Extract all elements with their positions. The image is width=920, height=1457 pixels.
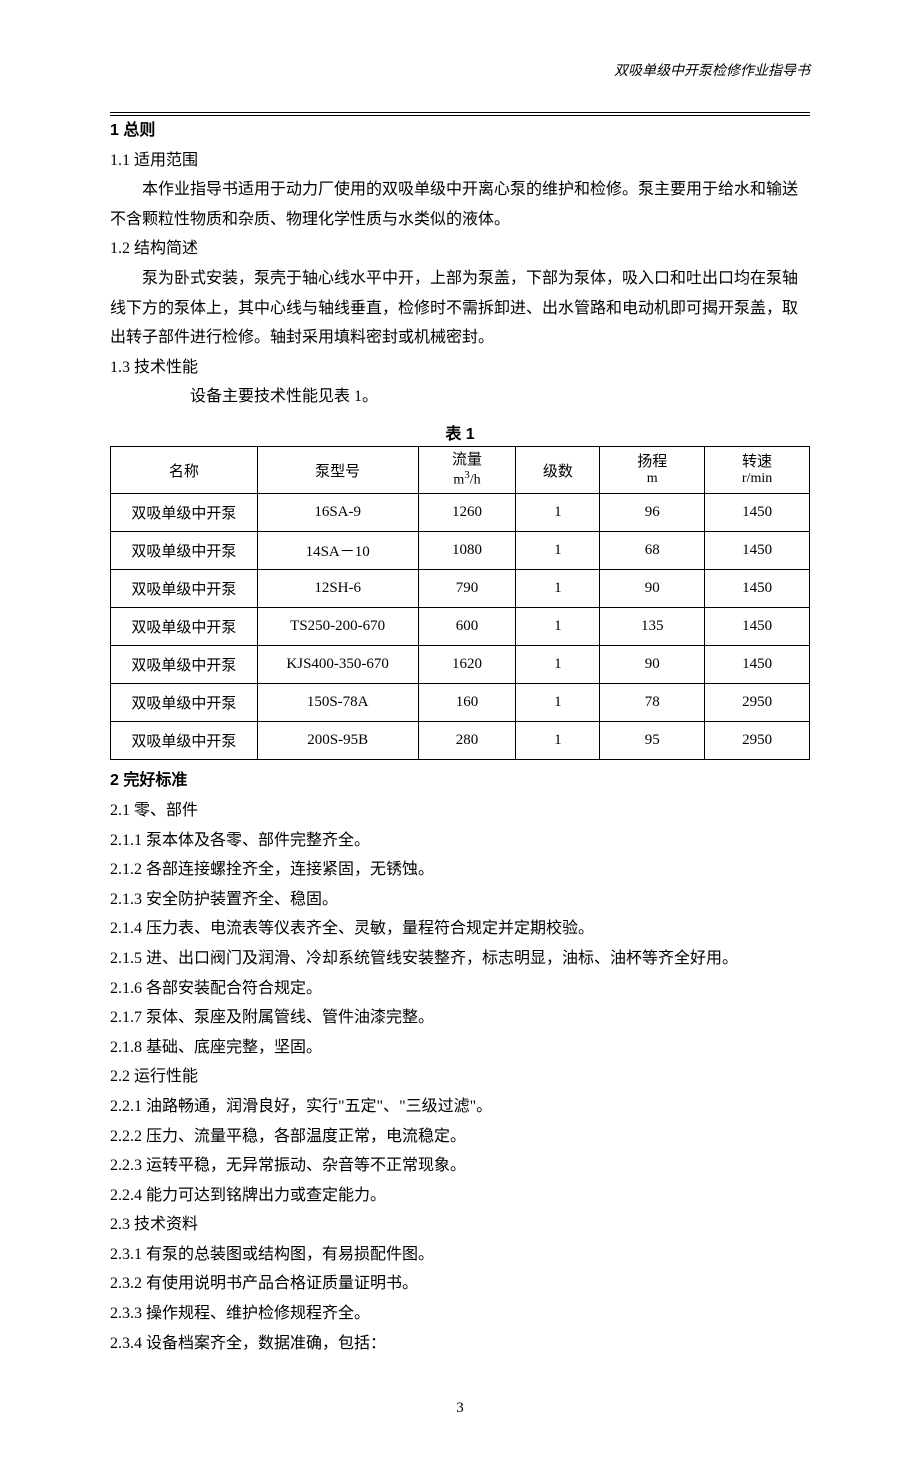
cell-speed: 1450 <box>705 494 810 532</box>
cell-flow: 1260 <box>418 494 516 532</box>
cell-speed: 1450 <box>705 570 810 608</box>
table-row: 双吸单级中开泵200S-95B2801952950 <box>111 722 810 760</box>
cell-stages: 1 <box>516 722 600 760</box>
table-row: 双吸单级中开泵12SH-67901901450 <box>111 570 810 608</box>
cell-name: 双吸单级中开泵 <box>111 494 258 532</box>
section-1-1-head: 1.1 适用范围 <box>110 146 810 176</box>
cell-name: 双吸单级中开泵 <box>111 532 258 570</box>
cell-stages: 1 <box>516 608 600 646</box>
cell-speed: 1450 <box>705 532 810 570</box>
cell-model: TS250-200-670 <box>257 608 418 646</box>
list-item: 2.2.1 油路畅通，润滑良好，实行"五定"、"三级过滤"。 <box>110 1092 810 1122</box>
section-2-2-head: 2.2 运行性能 <box>110 1062 810 1092</box>
section-2-3-list: 2.3.1 有泵的总装图或结构图，有易损配件图。2.3.2 有使用说明书产品合格… <box>110 1240 810 1358</box>
cell-name: 双吸单级中开泵 <box>111 608 258 646</box>
table-1-body: 双吸单级中开泵16SA-912601961450双吸单级中开泵14SA－1010… <box>111 494 810 760</box>
section-2-title: 2 完好标准 <box>110 766 810 796</box>
table-1: 名称 泵型号 流量 m3/h 级数 扬程 m 转速 r/min 双吸单级中开泵1… <box>110 446 810 760</box>
document-page: 双吸单级中开泵检修作业指导书 1 总则 1.1 适用范围 本作业指导书适用于动力… <box>0 0 920 1457</box>
cell-stages: 1 <box>516 570 600 608</box>
cell-stages: 1 <box>516 684 600 722</box>
col-head-line2: m <box>604 471 700 488</box>
section-1-2-head: 1.2 结构简述 <box>110 234 810 264</box>
list-item: 2.1.8 基础、底座完整，坚固。 <box>110 1033 810 1063</box>
section-2-1-list: 2.1.1 泵本体及各零、部件完整齐全。2.1.2 各部连接螺拴齐全，连接紧固，… <box>110 826 810 1063</box>
cell-head: 96 <box>600 494 705 532</box>
cell-name: 双吸单级中开泵 <box>111 646 258 684</box>
cell-flow: 600 <box>418 608 516 646</box>
section-1-2-body: 泵为卧式安装，泵壳于轴心线水平中开，上部为泵盖，下部为泵体，吸入口和吐出口均在泵… <box>110 264 810 353</box>
list-item: 2.2.3 运转平稳，无异常振动、杂音等不正常现象。 <box>110 1151 810 1181</box>
page-number: 3 <box>110 1400 810 1417</box>
list-item: 2.3.2 有使用说明书产品合格证质量证明书。 <box>110 1269 810 1299</box>
table-row: 双吸单级中开泵TS250-200-67060011351450 <box>111 608 810 646</box>
list-item: 2.2.4 能力可达到铭牌出力或查定能力。 <box>110 1181 810 1211</box>
list-item: 2.1.3 安全防护装置齐全、稳固。 <box>110 885 810 915</box>
cell-speed: 2950 <box>705 722 810 760</box>
section-2-3-head: 2.3 技术资料 <box>110 1210 810 1240</box>
cell-model: KJS400-350-670 <box>257 646 418 684</box>
col-head-line1: 扬程 <box>637 454 667 470</box>
cell-speed: 2950 <box>705 684 810 722</box>
cell-head: 135 <box>600 608 705 646</box>
cell-stages: 1 <box>516 646 600 684</box>
cell-head: 95 <box>600 722 705 760</box>
list-item: 2.1.4 压力表、电流表等仪表齐全、灵敏，量程符合规定并定期校验。 <box>110 914 810 944</box>
col-flow: 流量 m3/h <box>418 446 516 493</box>
col-speed: 转速 r/min <box>705 446 810 493</box>
list-item: 2.1.1 泵本体及各零、部件完整齐全。 <box>110 826 810 856</box>
cell-head: 90 <box>600 646 705 684</box>
col-name: 名称 <box>111 446 258 493</box>
cell-name: 双吸单级中开泵 <box>111 684 258 722</box>
cell-flow: 160 <box>418 684 516 722</box>
table-row: 双吸单级中开泵KJS400-350-67016201901450 <box>111 646 810 684</box>
cell-head: 78 <box>600 684 705 722</box>
section-2-1-head: 2.1 零、部件 <box>110 796 810 826</box>
list-item: 2.3.1 有泵的总装图或结构图，有易损配件图。 <box>110 1240 810 1270</box>
cell-flow: 1620 <box>418 646 516 684</box>
cell-speed: 1450 <box>705 608 810 646</box>
section-2-2-list: 2.2.1 油路畅通，润滑良好，实行"五定"、"三级过滤"。2.2.2 压力、流… <box>110 1092 810 1210</box>
list-item: 2.1.2 各部连接螺拴齐全，连接紧固，无锈蚀。 <box>110 855 810 885</box>
cell-model: 12SH-6 <box>257 570 418 608</box>
cell-stages: 1 <box>516 494 600 532</box>
list-item: 2.1.7 泵体、泵座及附属管线、管件油漆完整。 <box>110 1003 810 1033</box>
section-1-3-body: 设备主要技术性能见表 1。 <box>110 382 810 412</box>
col-speed-line2: r/min <box>709 471 805 488</box>
header-title: 双吸单级中开泵检修作业指导书 <box>110 60 810 84</box>
table-row: 双吸单级中开泵16SA-912601961450 <box>111 494 810 532</box>
table-row: 双吸单级中开泵150S-78A1601782950 <box>111 684 810 722</box>
cell-speed: 1450 <box>705 646 810 684</box>
list-item: 2.3.3 操作规程、维护检修规程齐全。 <box>110 1299 810 1329</box>
list-item: 2.1.6 各部安装配合符合规定。 <box>110 974 810 1004</box>
table-header-row: 名称 泵型号 流量 m3/h 级数 扬程 m 转速 r/min <box>111 446 810 493</box>
list-item: 2.3.4 设备档案齐全，数据准确，包括： <box>110 1329 810 1359</box>
col-stages: 级数 <box>516 446 600 493</box>
running-header: 双吸单级中开泵检修作业指导书 <box>110 60 810 116</box>
cell-stages: 1 <box>516 532 600 570</box>
cell-head: 90 <box>600 570 705 608</box>
cell-flow: 1080 <box>418 532 516 570</box>
cell-model: 16SA-9 <box>257 494 418 532</box>
cell-head: 68 <box>600 532 705 570</box>
section-1-1-body: 本作业指导书适用于动力厂使用的双吸单级中开离心泵的维护和检修。泵主要用于给水和输… <box>110 175 810 234</box>
col-speed-line1: 转速 <box>742 454 772 470</box>
section-1-3-head: 1.3 技术性能 <box>110 353 810 383</box>
list-item: 2.1.5 进、出口阀门及润滑、冷却系统管线安装整齐，标志明显，油标、油杯等齐全… <box>110 944 810 974</box>
cell-model: 14SA－10 <box>257 532 418 570</box>
col-head: 扬程 m <box>600 446 705 493</box>
cell-name: 双吸单级中开泵 <box>111 722 258 760</box>
cell-flow: 280 <box>418 722 516 760</box>
cell-model: 150S-78A <box>257 684 418 722</box>
col-flow-line1: 流量 <box>452 452 482 468</box>
table-row: 双吸单级中开泵14SA－1010801681450 <box>111 532 810 570</box>
col-flow-line2: m3/h <box>423 469 512 489</box>
list-item: 2.2.2 压力、流量平稳，各部温度正常，电流稳定。 <box>110 1122 810 1152</box>
table-1-caption: 表 1 <box>110 420 810 444</box>
col-model: 泵型号 <box>257 446 418 493</box>
cell-model: 200S-95B <box>257 722 418 760</box>
cell-name: 双吸单级中开泵 <box>111 570 258 608</box>
cell-flow: 790 <box>418 570 516 608</box>
section-1-title: 1 总则 <box>110 116 810 146</box>
